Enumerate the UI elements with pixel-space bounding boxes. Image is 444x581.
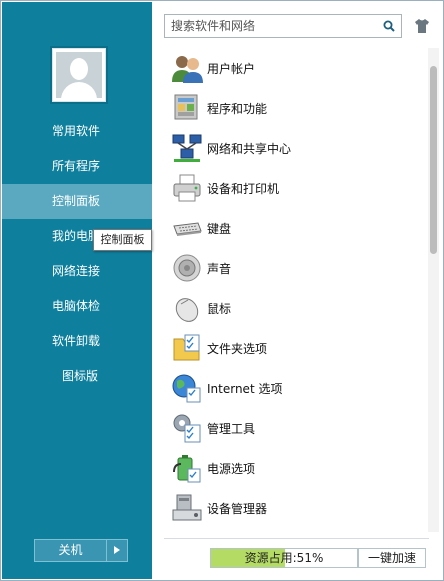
list-item-folder-options[interactable]: 文件夹选项	[166, 328, 421, 368]
internet-options-icon	[170, 371, 204, 405]
sidebar-item-control-panel[interactable]: 控制面板	[2, 184, 152, 219]
footer-divider	[164, 538, 429, 539]
list-item-power-options[interactable]: 电源选项	[166, 448, 421, 488]
network-icon	[170, 131, 204, 165]
one-click-boost-button[interactable]: 一键加速	[358, 548, 426, 568]
control-panel-list: 用户帐户 程序和功能 网络和共享中心 设备和打印机 键盘 声音 鼠标 文件夹选项…	[166, 48, 421, 528]
shutdown-options-arrow-icon[interactable]	[106, 540, 127, 561]
tooltip: 控制面板	[93, 229, 152, 251]
avatar-placeholder-icon	[56, 52, 102, 98]
sidebar-item-all-programs[interactable]: 所有程序	[2, 149, 152, 184]
list-item-keyboard[interactable]: 键盘	[166, 208, 421, 248]
list-item-internet-options[interactable]: Internet 选项	[166, 368, 421, 408]
list-item-label: 用户帐户	[207, 61, 256, 76]
resource-usage-label: 资源占用:51%	[244, 551, 324, 565]
power-options-icon	[170, 451, 204, 485]
sidebar: 常用软件 所有程序 控制面板 我的电脑 网络连接 电脑体检 软件卸载 图标版 关…	[2, 2, 152, 579]
admin-tools-icon	[170, 411, 204, 445]
list-item-label: 设备管理器	[207, 501, 268, 516]
search-icon[interactable]	[383, 20, 395, 32]
users-icon	[170, 51, 204, 85]
resource-usage-bar: 资源占用:51%	[210, 548, 358, 568]
list-item-admin-tools[interactable]: 管理工具	[166, 408, 421, 448]
list-item-label: 文件夹选项	[207, 341, 268, 356]
list-item-label: 键盘	[207, 221, 232, 236]
search-input[interactable]	[165, 15, 381, 37]
list-item-label: 网络和共享中心	[207, 141, 292, 156]
keyboard-icon	[170, 211, 204, 245]
vertical-scrollbar[interactable]	[428, 48, 439, 532]
sidebar-item-network-connection[interactable]: 网络连接	[2, 254, 152, 289]
user-avatar[interactable]	[52, 48, 106, 102]
sidebar-nav: 常用软件 所有程序 控制面板 我的电脑 网络连接 电脑体检 软件卸载 图标版	[2, 114, 152, 394]
list-item-label: 设备和打印机	[207, 181, 280, 196]
list-item-label: 管理工具	[207, 421, 256, 436]
sidebar-item-common-software[interactable]: 常用软件	[2, 114, 152, 149]
list-item-label: 声音	[207, 261, 232, 276]
list-item-label: 程序和功能	[207, 101, 268, 116]
sidebar-item-icon-view[interactable]: 图标版	[2, 359, 152, 394]
printer-icon	[170, 171, 204, 205]
programs-icon	[170, 91, 204, 125]
list-item-user-accounts[interactable]: 用户帐户	[166, 48, 421, 88]
speaker-icon	[170, 251, 204, 285]
list-item-programs-features[interactable]: 程序和功能	[166, 88, 421, 128]
mouse-icon	[170, 291, 204, 325]
list-item-label: 电源选项	[207, 461, 256, 476]
shutdown-button[interactable]: 关机	[35, 540, 106, 561]
skin-shirt-icon[interactable]	[414, 18, 430, 34]
list-item-network-sharing[interactable]: 网络和共享中心	[166, 128, 421, 168]
list-item-devices-printers[interactable]: 设备和打印机	[166, 168, 421, 208]
list-item-label: 鼠标	[207, 301, 232, 316]
list-item-mouse[interactable]: 鼠标	[166, 288, 421, 328]
scrollbar-thumb[interactable]	[430, 66, 437, 254]
sidebar-item-uninstall[interactable]: 软件卸载	[2, 324, 152, 359]
search-box	[164, 14, 402, 38]
folder-options-icon	[170, 331, 204, 365]
list-item-device-manager[interactable]: 设备管理器	[166, 488, 421, 528]
sidebar-item-pc-checkup[interactable]: 电脑体检	[2, 289, 152, 324]
shutdown-control: 关机	[34, 539, 128, 562]
list-item-sound[interactable]: 声音	[166, 248, 421, 288]
device-manager-icon	[170, 491, 204, 525]
list-item-label: Internet 选项	[207, 381, 283, 396]
